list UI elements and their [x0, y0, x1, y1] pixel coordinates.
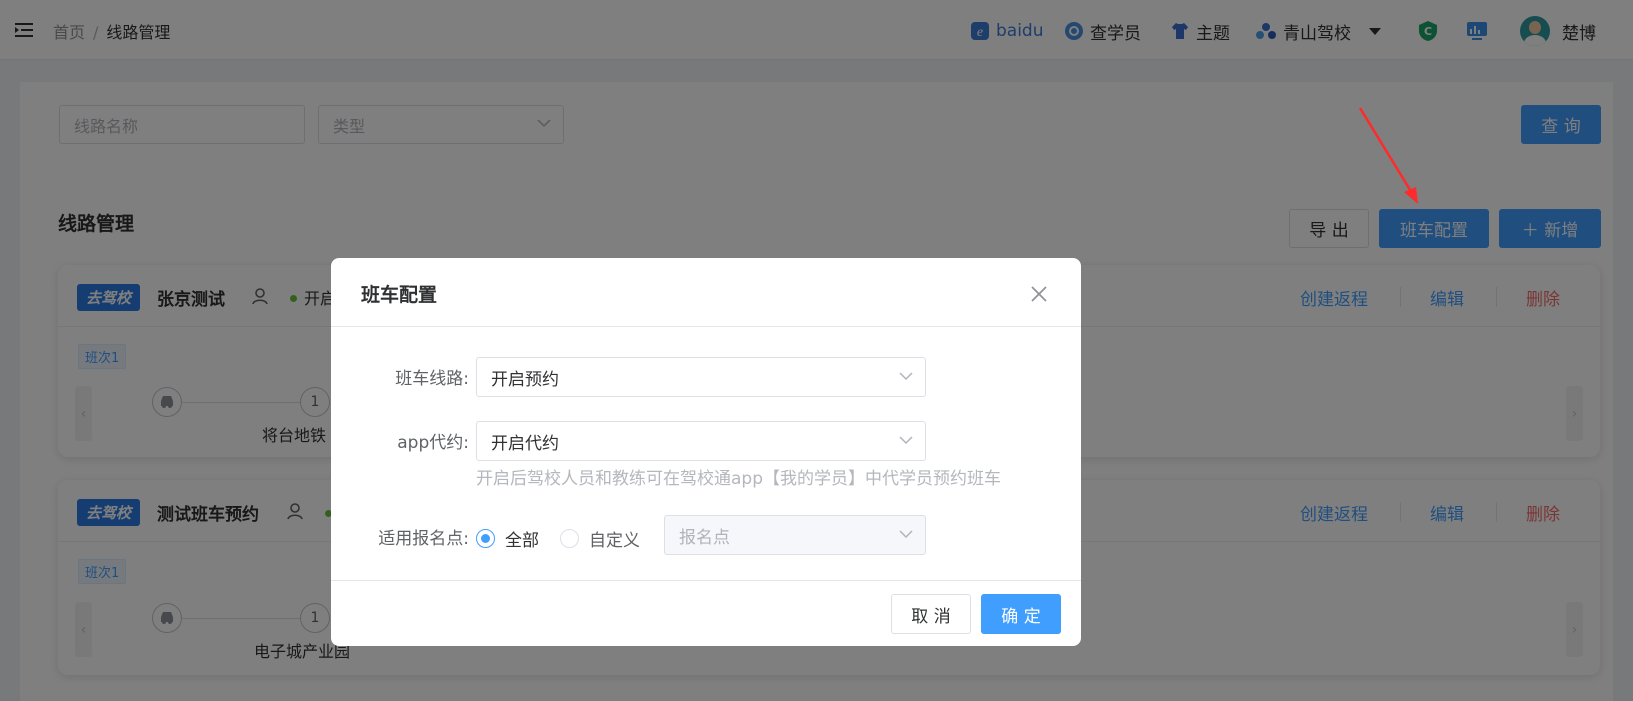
app-proxy-label: app代约: — [397, 433, 469, 453]
confirm-button[interactable]: 确 定 — [981, 594, 1061, 634]
signup-point-select[interactable]: 报名点 — [664, 515, 926, 555]
radio-all[interactable]: 全部 — [476, 526, 539, 551]
signup-point-label: 适用报名点: — [378, 529, 469, 549]
shuttle-route-select[interactable]: 开启预约 — [476, 357, 926, 397]
chevron-down-icon — [899, 372, 913, 381]
signup-point-placeholder: 报名点 — [679, 527, 730, 548]
radio-checked-icon — [476, 529, 495, 548]
radio-unchecked-icon — [560, 529, 579, 548]
dialog-footer-divider — [331, 580, 1081, 581]
app-proxy-hint: 开启后驾校人员和教练可在驾校通app【我的学员】中代学员预约班车 — [476, 469, 1001, 489]
chevron-down-icon — [899, 436, 913, 445]
close-icon[interactable] — [1028, 283, 1050, 305]
shuttle-route-label: 班车线路: — [395, 369, 469, 389]
shuttle-route-value: 开启预约 — [491, 369, 559, 390]
dialog-title: 班车配置 — [361, 284, 438, 306]
radio-custom-label: 自定义 — [589, 531, 640, 551]
radio-custom[interactable]: 自定义 — [560, 526, 640, 551]
radio-all-label: 全部 — [505, 531, 539, 551]
cancel-button[interactable]: 取 消 — [891, 594, 971, 634]
dialog-header-divider — [331, 326, 1081, 327]
shuttle-config-dialog: 班车配置 班车线路: 开启预约 app代约: 开启代约 开启后驾校人员和教练可在… — [331, 258, 1081, 646]
app-proxy-select[interactable]: 开启代约 — [476, 421, 926, 461]
chevron-down-icon — [899, 530, 913, 539]
app-proxy-value: 开启代约 — [491, 433, 559, 454]
